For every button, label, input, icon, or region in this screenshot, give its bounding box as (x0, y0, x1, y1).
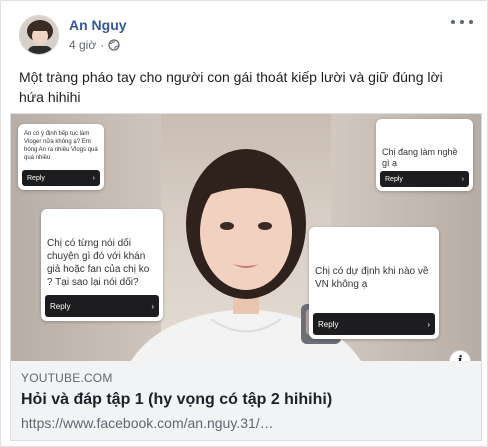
reply-bar: Reply › (45, 295, 159, 317)
reply-bar: Reply › (313, 313, 435, 335)
question-card: Chị có dự định khi nào về VN không ạ Rep… (309, 227, 439, 339)
globe-icon[interactable] (108, 39, 120, 51)
more-dot (460, 20, 464, 24)
more-options-button[interactable] (451, 14, 473, 30)
question-card: An có ý định tiếp tục làm Vloger nữa khô… (18, 124, 104, 190)
reply-label: Reply (385, 175, 403, 183)
chevron-right-icon: › (427, 319, 430, 329)
chevron-right-icon: › (151, 301, 154, 311)
question-text: An có ý định tiếp tục làm Vloger nữa khô… (24, 131, 98, 161)
post-timestamp[interactable]: 4 giờ (69, 38, 96, 52)
reply-label: Reply (27, 174, 45, 182)
link-url[interactable]: https://www.facebook.com/an.nguy.31/… (21, 415, 471, 431)
chevron-right-icon: › (92, 174, 95, 182)
question-card: Chị đang làm nghề gì ạ Reply › (376, 119, 473, 191)
post-message: Một tràng pháo tay cho người con gái tho… (19, 69, 443, 105)
question-text: Chị có dự định khi nào về VN không ạ (315, 266, 429, 290)
chevron-right-icon: › (461, 175, 464, 183)
question-card: Chị có từng nói dối chuyện gì đó với khá… (41, 209, 163, 321)
meta-separator: · (100, 38, 105, 52)
link-preview[interactable]: An có ý định tiếp tục làm Vloger nữa khô… (10, 113, 482, 441)
feed-post: An Nguy 4 giờ · Một tràng pháo tay cho n… (0, 0, 488, 447)
link-title[interactable]: Hỏi và đáp tập 1 (hy vọng có tập 2 hihih… (21, 391, 471, 409)
question-text: Chị đang làm nghề gì ạ (382, 147, 458, 168)
more-dot (469, 20, 473, 24)
link-domain: YOUTUBE.COM (21, 371, 113, 385)
post-meta: 4 giờ · (69, 38, 120, 52)
question-text: Chị có từng nói dối chuyện gì đó với khá… (47, 238, 150, 288)
post-author-name[interactable]: An Nguy (69, 17, 127, 33)
link-thumbnail[interactable]: An có ý định tiếp tục làm Vloger nữa khô… (11, 114, 481, 361)
more-dot (451, 20, 455, 24)
avatar-image (20, 16, 58, 54)
reply-label: Reply (50, 301, 71, 311)
reply-label: Reply (318, 319, 339, 329)
author-avatar[interactable] (19, 15, 59, 55)
reply-bar: Reply › (380, 171, 469, 187)
link-details[interactable]: YOUTUBE.COM Hỏi và đáp tập 1 (hy vọng có… (11, 361, 481, 440)
reply-bar: Reply › (22, 170, 100, 186)
